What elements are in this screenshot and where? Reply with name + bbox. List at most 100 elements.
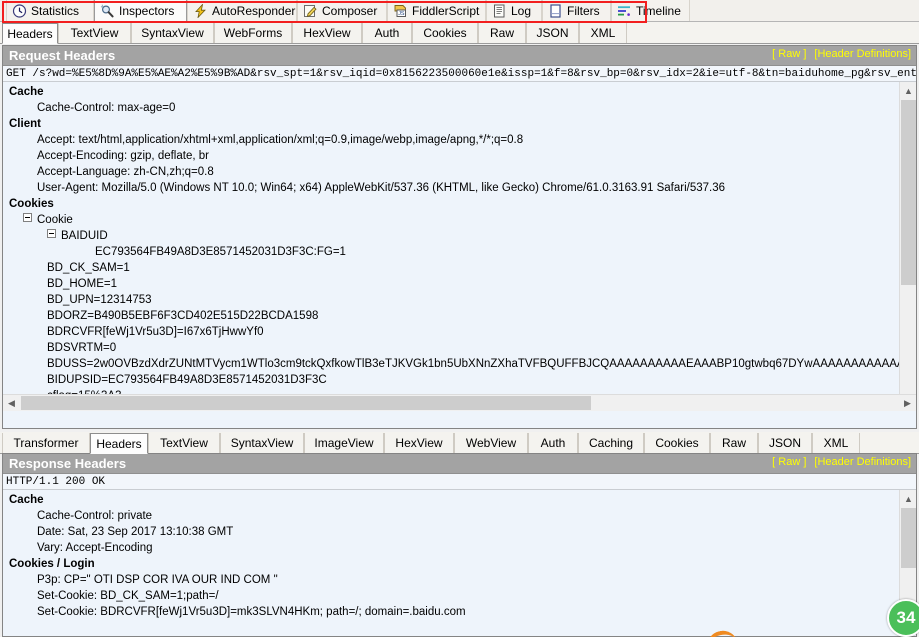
response-header-line[interactable]: Set-Cookie: BDRCVFR[feWj1Vr5u3D]=mk3SLVN… bbox=[9, 604, 466, 618]
request-header-line[interactable]: Cache bbox=[9, 84, 916, 100]
response-tab-label: XML bbox=[824, 436, 849, 450]
request-tab-cookies[interactable]: Cookies bbox=[412, 23, 478, 43]
response-header-line[interactable]: Cache-Control: private bbox=[9, 508, 466, 524]
request-header-line[interactable]: Cookie bbox=[9, 212, 916, 228]
request-tab-syntaxview[interactable]: SyntaxView bbox=[131, 23, 214, 43]
request-header-line[interactable]: BAIDUID bbox=[9, 228, 916, 244]
scroll-up-arrow-icon[interactable]: ▲ bbox=[900, 490, 916, 507]
request-tab-auth[interactable]: Auth bbox=[362, 23, 412, 43]
response-tab-label: ImageView bbox=[314, 436, 373, 450]
request-line-field[interactable]: GET /s?wd=%E5%8D%9A%E5%AE%A2%E5%9B%AD&rs… bbox=[3, 66, 916, 82]
request-tab-label: Headers bbox=[7, 27, 52, 41]
request-header-line[interactable]: User-Agent: Mozilla/5.0 (Windows NT 10.0… bbox=[9, 180, 916, 196]
response-tab-textview[interactable]: TextView bbox=[148, 433, 220, 453]
request-header-line[interactable]: EC793564FB49A8D3E8571452031D3F3C:FG=1 bbox=[9, 244, 916, 260]
main-tab-timeline[interactable]: Timeline bbox=[611, 0, 690, 21]
response-header-line[interactable]: P3p: CP=" OTI DSP COR IVA OUR IND COM " bbox=[9, 572, 466, 588]
response-header-line[interactable]: Cache bbox=[9, 492, 466, 508]
response-status-line-field[interactable]: HTTP/1.1 200 OK bbox=[3, 474, 916, 490]
request-tab-xml[interactable]: XML bbox=[579, 23, 627, 43]
request-tab-label: XML bbox=[591, 26, 616, 40]
response-tab-transformer[interactable]: Transformer bbox=[2, 433, 90, 453]
response-tab-imageview[interactable]: ImageView bbox=[304, 433, 384, 453]
request-header-line[interactable]: BDORZ=B490B5EBF6F3CD402E515D22BCDA1598 bbox=[9, 308, 916, 324]
request-hscroll-thumb[interactable] bbox=[21, 396, 591, 410]
main-tab-statistics[interactable]: Statistics bbox=[6, 0, 94, 21]
request-tab-hexview[interactable]: HexView bbox=[292, 23, 362, 43]
request-header-line[interactable]: BDRCVFR[feWj1Vr5u3D]=I67x6TjHwwYf0 bbox=[9, 324, 916, 340]
svg-text:JS: JS bbox=[398, 11, 405, 17]
response-tab-label: Transformer bbox=[14, 436, 79, 450]
request-tab-json[interactable]: JSON bbox=[526, 23, 579, 43]
response-tab-caching[interactable]: Caching bbox=[578, 433, 644, 453]
request-vscroll-thumb[interactable] bbox=[901, 100, 916, 285]
request-tab-label: TextView bbox=[71, 26, 119, 40]
request-tab-webforms[interactable]: WebForms bbox=[214, 23, 292, 43]
response-header-line[interactable]: Set-Cookie: BD_CK_SAM=1;path=/ bbox=[9, 588, 466, 604]
request-tab-raw[interactable]: Raw bbox=[478, 23, 526, 43]
request-headers-tree[interactable]: CacheCache-Control: max-age=0ClientAccep… bbox=[3, 82, 916, 411]
response-tab-json[interactable]: JSON bbox=[758, 433, 812, 453]
request-tab-label: JSON bbox=[536, 26, 568, 40]
response-tab-label: Raw bbox=[722, 436, 746, 450]
request-panel: Request Headers [ Raw ] [Header Definiti… bbox=[2, 45, 917, 429]
main-tab-label: Inspectors bbox=[119, 4, 174, 18]
response-vscroll-thumb[interactable] bbox=[901, 508, 916, 568]
main-tab-autoresponder[interactable]: AutoResponder bbox=[187, 0, 297, 21]
response-tab-xml[interactable]: XML bbox=[812, 433, 860, 453]
request-header-line[interactable]: BDUSS=2w0OVBzdXdrZUNtMTVycm1WTlo3cm9tckQ… bbox=[9, 356, 916, 372]
response-tab-syntaxview[interactable]: SyntaxView bbox=[220, 433, 304, 453]
collapse-expander-icon[interactable] bbox=[47, 229, 56, 238]
response-header-line[interactable]: Cookies / Login bbox=[9, 556, 466, 572]
main-tab-label: Statistics bbox=[31, 4, 79, 18]
response-tab-label: JSON bbox=[769, 436, 801, 450]
request-header-line[interactable]: Client bbox=[9, 116, 916, 132]
main-tab-inspectors[interactable]: Inspectors bbox=[94, 0, 187, 22]
clock-icon bbox=[12, 4, 27, 18]
scroll-up-arrow-icon[interactable]: ▲ bbox=[900, 82, 916, 99]
request-vertical-scrollbar[interactable]: ▲ ▼ bbox=[899, 82, 916, 411]
main-tab-log[interactable]: Log bbox=[486, 0, 542, 21]
response-tab-raw[interactable]: Raw bbox=[710, 433, 758, 453]
main-tab-filters[interactable]: Filters bbox=[542, 0, 611, 21]
request-header-line-text: Cookie bbox=[37, 214, 73, 226]
request-header-line[interactable]: Accept: text/html,application/xhtml+xml,… bbox=[9, 132, 916, 148]
main-tab-composer[interactable]: Composer bbox=[297, 0, 387, 21]
request-caption-links: [ Raw ] [Header Definitions] bbox=[772, 48, 911, 60]
response-header-line[interactable]: Date: Sat, 23 Sep 2017 13:10:38 GMT bbox=[9, 524, 466, 540]
response-tab-auth[interactable]: Auth bbox=[528, 433, 578, 453]
request-header-line[interactable]: Cookies bbox=[9, 196, 916, 212]
request-header-line[interactable]: BD_HOME=1 bbox=[9, 276, 916, 292]
scroll-right-arrow-icon[interactable]: ▶ bbox=[899, 395, 916, 411]
response-headers-tree[interactable]: CacheCache-Control: privateDate: Sat, 23… bbox=[3, 490, 916, 618]
fiddler-inspectors-window: Statistics Inspectors AutoResponderCompose… bbox=[0, 0, 919, 637]
response-tab-hexview[interactable]: HexView bbox=[384, 433, 454, 453]
request-header-line[interactable]: BIDUPSID=EC793564FB49A8D3E8571452031D3F3… bbox=[9, 372, 916, 388]
magnifier-icon bbox=[100, 4, 115, 18]
request-header-line[interactable]: Accept-Encoding: gzip, deflate, br bbox=[9, 148, 916, 164]
response-tab-label: HexView bbox=[395, 436, 442, 450]
request-header-line[interactable]: BD_UPN=12314753 bbox=[9, 292, 916, 308]
timeline-icon bbox=[617, 4, 632, 18]
request-header-definitions-link[interactable]: [Header Definitions] bbox=[814, 48, 911, 60]
main-tab-strip: Statistics Inspectors AutoResponderCompose… bbox=[0, 0, 919, 22]
request-tab-textview[interactable]: TextView bbox=[58, 23, 131, 43]
request-horizontal-scrollbar[interactable]: ◀ ▶ bbox=[3, 394, 916, 411]
request-header-line[interactable]: BDSVRTM=0 bbox=[9, 340, 916, 356]
response-header-definitions-link[interactable]: [Header Definitions] bbox=[814, 456, 911, 468]
response-raw-link[interactable]: [ Raw ] bbox=[772, 456, 806, 468]
notification-badge[interactable]: 34 bbox=[887, 599, 919, 637]
request-tab-headers[interactable]: Headers bbox=[2, 23, 58, 44]
collapse-expander-icon[interactable] bbox=[23, 213, 32, 222]
response-tab-headers[interactable]: Headers bbox=[90, 433, 148, 454]
response-tab-cookies[interactable]: Cookies bbox=[644, 433, 710, 453]
request-header-line[interactable]: BD_CK_SAM=1 bbox=[9, 260, 916, 276]
scroll-left-arrow-icon[interactable]: ◀ bbox=[3, 395, 20, 411]
response-tab-label: Headers bbox=[96, 437, 141, 451]
response-header-line[interactable]: Vary: Accept-Encoding bbox=[9, 540, 466, 556]
request-raw-link[interactable]: [ Raw ] bbox=[772, 48, 806, 60]
main-tab-fiddlerscript[interactable]: JSFiddlerScript bbox=[387, 0, 486, 21]
request-header-line[interactable]: Accept-Language: zh-CN,zh;q=0.8 bbox=[9, 164, 916, 180]
request-header-line[interactable]: Cache-Control: max-age=0 bbox=[9, 100, 916, 116]
response-tab-webview[interactable]: WebView bbox=[454, 433, 528, 453]
